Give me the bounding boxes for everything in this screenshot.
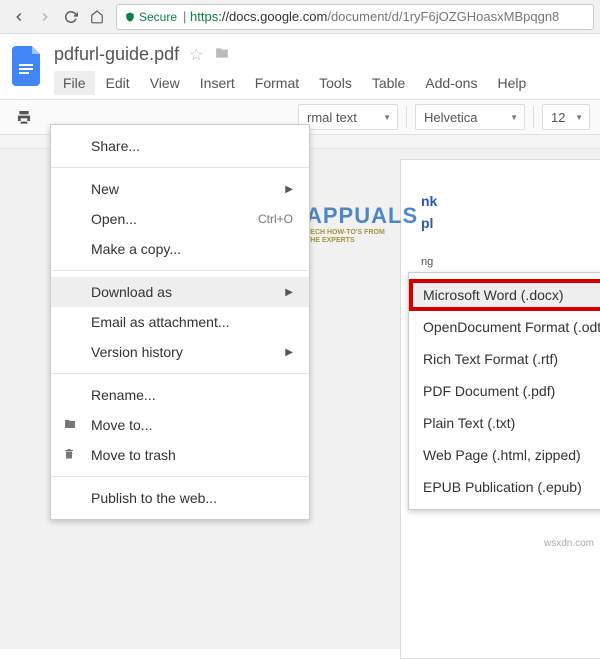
menu-item-version-history[interactable]: Version history ▶ (51, 337, 309, 367)
menu-item-move-to[interactable]: Move to... (51, 410, 309, 440)
menu-bar: File Edit View Insert Format Tools Table… (54, 71, 535, 95)
style-label: rmal text (307, 110, 357, 125)
google-docs-logo[interactable] (8, 46, 48, 86)
menu-item-share[interactable]: Share... (51, 131, 309, 161)
address-bar[interactable]: Secure | https ://docs.google.com /docum… (116, 4, 594, 30)
submenu-item-epub[interactable]: EPUB Publication (.epub) (409, 471, 600, 503)
menu-table[interactable]: Table (363, 71, 414, 95)
menu-help[interactable]: Help (488, 71, 535, 95)
separator (51, 167, 309, 168)
secure-label: Secure (139, 10, 177, 24)
browser-toolbar: Secure | https ://docs.google.com /docum… (0, 0, 600, 34)
menu-item-make-copy[interactable]: Make a copy... (51, 234, 309, 264)
submenu-arrow-icon: ▶ (285, 347, 293, 358)
attribution-text: wsxdn.com (544, 538, 594, 549)
submenu-item-txt[interactable]: Plain Text (.txt) (409, 407, 600, 439)
folder-icon (63, 417, 77, 433)
menu-item-download-as[interactable]: Download as ▶ (51, 277, 309, 307)
menu-tools[interactable]: Tools (310, 71, 361, 95)
menu-item-open[interactable]: Open... Ctrl+O (51, 204, 309, 234)
menu-item-move-to-trash[interactable]: Move to trash (51, 440, 309, 470)
back-button[interactable] (6, 4, 32, 30)
paragraph-style-select[interactable]: rmal text (298, 104, 398, 130)
menu-file[interactable]: File (54, 71, 95, 95)
url-path: /document/d/1ryF6jOZGHoasxMBpqgn8 (327, 9, 559, 24)
submenu-arrow-icon: ▶ (285, 287, 293, 298)
secure-indicator: Secure (125, 10, 177, 24)
menu-format[interactable]: Format (246, 71, 308, 95)
menu-insert[interactable]: Insert (191, 71, 244, 95)
font-size-select[interactable]: 12 (542, 104, 590, 130)
shortcut-label: Ctrl+O (258, 212, 293, 226)
folder-icon[interactable] (213, 44, 231, 65)
menu-item-new[interactable]: New ▶ (51, 174, 309, 204)
menu-edit[interactable]: Edit (97, 71, 139, 95)
trash-icon (63, 447, 75, 464)
menu-item-rename[interactable]: Rename... (51, 380, 309, 410)
font-label: Helvetica (424, 110, 477, 125)
submenu-item-rtf[interactable]: Rich Text Format (.rtf) (409, 343, 600, 375)
print-icon[interactable] (10, 103, 38, 131)
submenu-item-pdf[interactable]: PDF Document (.pdf) (409, 375, 600, 407)
menu-item-publish[interactable]: Publish to the web... (51, 483, 309, 513)
home-button[interactable] (84, 4, 110, 30)
reload-button[interactable] (58, 4, 84, 30)
menu-view[interactable]: View (141, 71, 189, 95)
file-menu-dropdown: Share... New ▶ Open... Ctrl+O Make a cop… (50, 124, 310, 520)
forward-button[interactable] (32, 4, 58, 30)
url-host: ://docs.google.com (218, 9, 327, 24)
separator (51, 476, 309, 477)
submenu-item-html[interactable]: Web Page (.html, zipped) (409, 439, 600, 471)
font-size-label: 12 (551, 110, 565, 125)
url-scheme: https (190, 9, 218, 24)
separator (406, 106, 407, 128)
separator (51, 270, 309, 271)
document-title[interactable]: pdfurl-guide.pdf (54, 44, 179, 65)
separator (533, 106, 534, 128)
font-family-select[interactable]: Helvetica (415, 104, 525, 130)
submenu-arrow-icon: ▶ (285, 184, 293, 195)
star-icon[interactable]: ☆ (189, 45, 203, 65)
separator (51, 373, 309, 374)
download-as-submenu: Microsoft Word (.docx) OpenDocument Form… (408, 272, 600, 510)
menu-addons[interactable]: Add-ons (416, 71, 486, 95)
menu-item-email-attachment[interactable]: Email as attachment... (51, 307, 309, 337)
submenu-item-docx[interactable]: Microsoft Word (.docx) (409, 279, 600, 311)
submenu-item-odt[interactable]: OpenDocument Format (.odt) (409, 311, 600, 343)
